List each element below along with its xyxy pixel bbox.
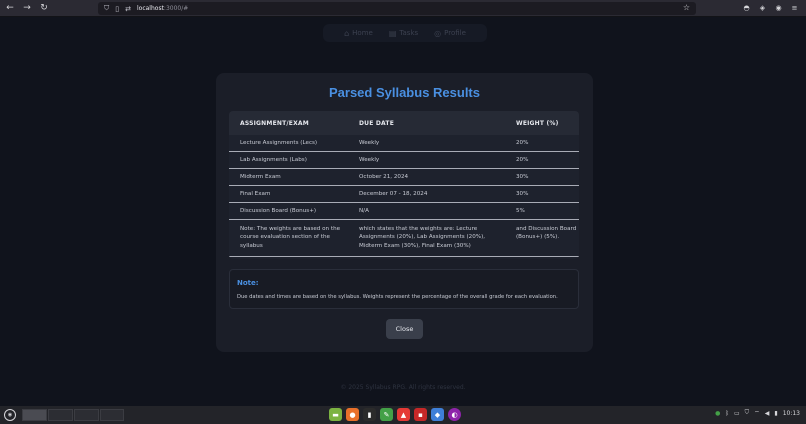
cell-assignment: Final Exam [240,190,271,197]
header-assignment: ASSIGNMENT/EXAM [240,119,309,127]
workspace-thumb-2[interactable] [48,409,73,421]
nav-item-home[interactable]: ⌂ Home [344,29,373,38]
note-text: Due dates and times are based on the syl… [237,294,558,300]
nav-item-profile[interactable]: ◎ Profile [434,29,466,38]
nav-item-tasks[interactable]: ▤ Tasks [389,29,418,38]
note-box: Note: Due dates and times are based on t… [229,269,579,309]
bookmark-star-icon[interactable]: ☆ [683,3,690,12]
url-host: localhost [136,5,164,12]
header-weight: WEIGHT (%) [516,119,559,127]
terminal-icon[interactable]: ▮ [363,408,376,421]
url-port: :3000/# [163,5,189,12]
volume-icon[interactable]: ◀ [765,410,770,417]
pocket-icon[interactable]: ◓ [741,2,752,13]
status-icon[interactable]: ● [715,410,720,417]
code-icon[interactable]: ◆ [431,408,444,421]
table-header: ASSIGNMENT/EXAM DUE DATE WEIGHT (%) [229,111,579,135]
results-modal: Parsed Syllabus Results ASSIGNMENT/EXAM … [216,73,593,352]
workspace-thumb-4[interactable] [100,409,124,421]
table-row: Midterm Exam October 21, 2024 30% [229,169,579,186]
cell-note-3: and Discussion Board (Bonus+) (5%). [516,226,577,241]
cell-assignment: Lab Assignments (Labs) [240,156,307,163]
table-row: Final Exam December 07 - 18, 2024 30% [229,186,579,203]
editor-icon[interactable]: ✎ [380,408,393,421]
table-row: Lab Assignments (Labs) Weekly 20% [229,152,579,169]
browser-toolbar: ← → ↻ ⛉ ▯ ⇄ localhost:3000/# ☆ ◓ ◈ ◉ ≡ [0,0,806,17]
cell-due-date: December 07 - 18, 2024 [359,190,428,197]
cell-weight: 30% [516,173,529,180]
modal-title: Parsed Syllabus Results [328,85,480,100]
nav-item-label: Home [352,29,373,37]
table-row: Discussion Board (Bonus+) N/A 5% [229,203,579,220]
battery-icon[interactable]: ▮ [774,410,777,417]
cell-weight: 30% [516,190,529,197]
bluetooth-icon[interactable]: ᛒ [725,410,729,417]
cell-assignment: Discussion Board (Bonus+) [240,207,317,214]
system-tray: ● ᛒ ▭ ⛉ ⌔ ◀ ▮ 10:13 [715,409,800,417]
cell-due-date: October 21, 2024 [359,173,409,180]
note-title: Note: [237,279,259,287]
close-button[interactable]: Close [386,319,423,339]
nav-item-label: Profile [444,29,466,37]
taskbar: ◉ ▬ ● ▮ ✎ ▲ ▪ ◆ ◐ ● ᛒ ▭ ⛉ ⌔ ◀ ▮ 10:13 [0,406,806,424]
tasks-icon: ▤ [388,28,397,38]
back-icon[interactable]: ← [3,1,17,15]
cell-weight: 20% [516,156,529,163]
cell-due-date: Weekly [359,139,380,146]
address-bar[interactable]: ⛉ ▯ ⇄ localhost:3000/# ☆ [98,2,696,15]
shield-tray-icon[interactable]: ⛉ [745,409,750,417]
table-row: Lecture Assignments (Lecs) Weekly 20% [229,135,579,152]
table-body: Lecture Assignments (Lecs) Weekly 20% La… [229,135,579,257]
page-icon: ▯ [115,4,120,13]
results-table: ASSIGNMENT/EXAM DUE DATE WEIGHT (%) Lect… [229,111,579,259]
cell-weight: 20% [516,139,529,146]
workspace-thumb-3[interactable] [74,409,99,421]
media-icon[interactable]: ▪ [414,408,427,421]
firefox-icon[interactable]: ● [346,408,359,421]
menu-icon[interactable]: ≡ [789,2,800,13]
cell-assignment: Lecture Assignments (Lecs) [240,139,318,146]
cell-note-2: which states that the weights are: Lectu… [359,226,486,249]
page: ⌂ Home ▤ Tasks ◎ Profile Parsed Syllabus… [0,17,806,406]
cell-note-1: Note: The weights are based on the cours… [240,226,341,249]
home-icon: ⌂ [344,28,350,38]
network-icon[interactable]: ⌔ [754,409,760,417]
app-launcher: ▬ ● ▮ ✎ ▲ ▪ ◆ ◐ [329,408,461,421]
reload-icon[interactable]: ↻ [37,1,51,15]
workspace-thumb-1[interactable] [22,409,47,421]
top-nav: ⌂ Home ▤ Tasks ◎ Profile [323,24,487,42]
clock[interactable]: 10:13 [783,410,800,417]
files-icon[interactable]: ▬ [329,408,342,421]
cell-assignment: Midterm Exam [240,173,281,180]
header-due-date: DUE DATE [359,119,394,127]
cell-due-date: N/A [359,207,369,214]
profile-icon: ◎ [434,28,442,38]
start-menu-icon[interactable]: ◉ [4,409,16,421]
nav-item-label: Tasks [399,29,419,37]
clipboard-icon[interactable]: ▭ [734,410,740,417]
forward-icon[interactable]: → [20,1,34,15]
cell-due-date: Weekly [359,156,380,163]
shield-icon: ⛉ [104,4,110,12]
profile-icon[interactable]: ◉ [773,2,784,13]
extension-icon[interactable]: ◈ [757,2,768,13]
footer-text: © 2025 Syllabus RPG. All rights reserved… [340,384,466,391]
app-icon-purple[interactable]: ◐ [448,408,461,421]
app-icon[interactable]: ▲ [397,408,410,421]
table-row-note: Note: The weights are based on the cours… [229,220,579,257]
connection-icon: ⇄ [125,4,131,13]
cell-weight: 5% [516,207,525,214]
